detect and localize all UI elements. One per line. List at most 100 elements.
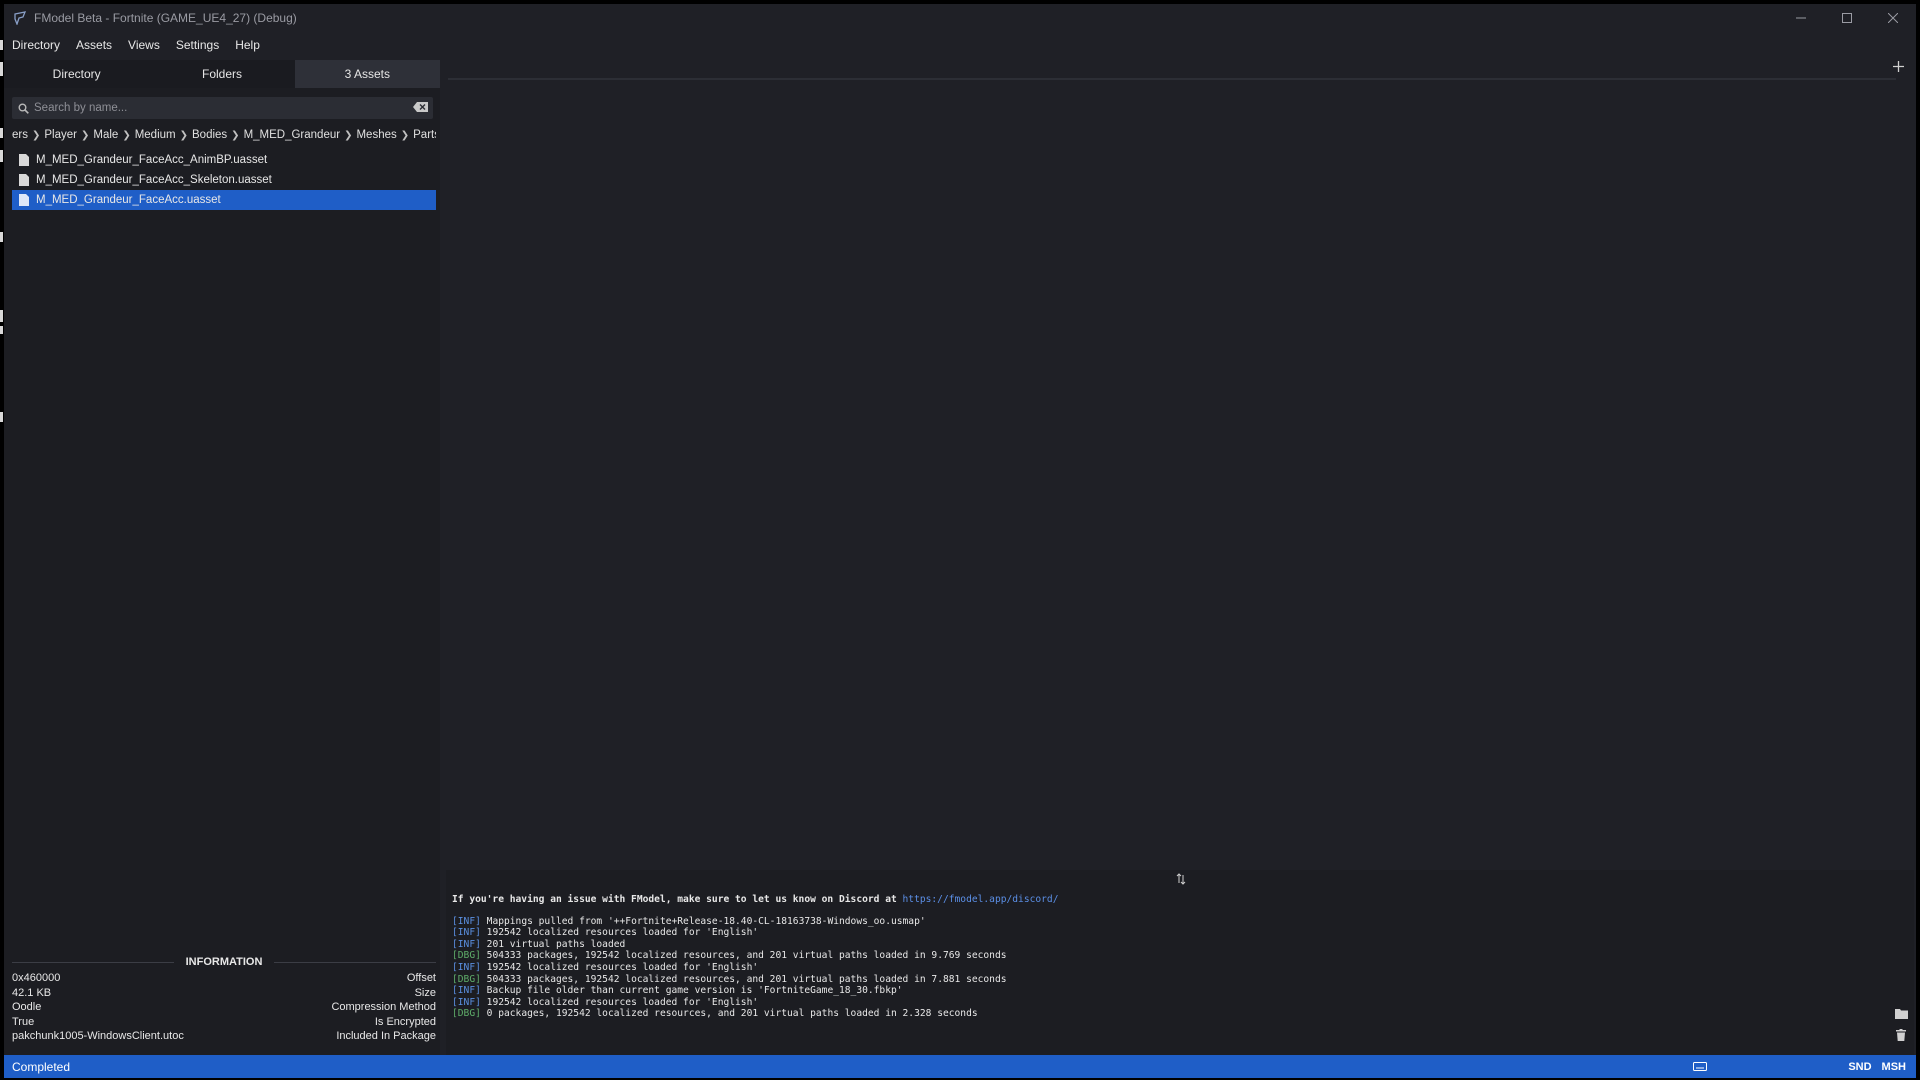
asset-list: M_MED_Grandeur_FaceAcc_AnimBP.uasset M_M… — [12, 150, 436, 210]
information-table: 0x460000 Offset 42.1 KB Size Oodle Compr… — [12, 972, 436, 1045]
keyboard-icon[interactable] — [1692, 1062, 1708, 1072]
close-button[interactable] — [1870, 4, 1916, 32]
log-message: 504333 packages, 192542 localized resour… — [480, 950, 1007, 962]
asset-name: M_MED_Grandeur_FaceAcc_AnimBP.uasset — [36, 154, 268, 166]
log-message: Mappings pulled from '++Fortnite+Release… — [480, 915, 926, 927]
search-box — [12, 97, 433, 119]
plus-icon — [1892, 59, 1904, 77]
tab-assets[interactable]: 3 Assets — [294, 60, 440, 88]
log-level: [DBG] — [452, 950, 481, 962]
info-row: 42.1 KB Size — [12, 987, 436, 1002]
asset-item[interactable]: M_MED_Grandeur_FaceAcc_Skeleton.uasset — [12, 170, 436, 190]
minimize-button[interactable] — [1778, 4, 1824, 32]
breadcrumb-item[interactable]: M_MED_Grandeur — [244, 129, 341, 141]
log-level: [INF] — [452, 938, 481, 950]
clear-search-button[interactable] — [407, 99, 433, 117]
info-row: Oodle Compression Method — [12, 1001, 436, 1016]
breadcrumb-item[interactable]: Player — [44, 129, 77, 141]
info-value: pakchunk1005-WindowsClient.utoc — [12, 1030, 184, 1042]
resize-grip-icon[interactable] — [1174, 872, 1188, 886]
menu-directory[interactable]: Directory — [12, 38, 60, 52]
add-tab-button[interactable] — [1890, 60, 1906, 76]
information-header: INFORMATION — [12, 954, 437, 970]
tab-folders[interactable]: Folders — [149, 60, 294, 88]
info-key: Offset — [406, 972, 436, 984]
log-message: 192542 localized resources loaded for 'E… — [480, 961, 759, 973]
status-indicator-msh[interactable]: MSH — [1882, 1061, 1906, 1073]
left-panel: Directory Folders 3 Assets ers ❯ Player … — [4, 60, 440, 1055]
info-value: 0x460000 — [12, 972, 61, 984]
menu-assets[interactable]: Assets — [76, 38, 112, 52]
left-tabs: Directory Folders 3 Assets — [4, 60, 440, 88]
log-line: [INF] 192542 localized resources loaded … — [452, 997, 1058, 1009]
discord-link[interactable]: https://fmodel.app/discord/ — [903, 894, 1059, 905]
status-indicator-snd[interactable]: SND — [1848, 1061, 1871, 1073]
chevron-right-icon: ❯ — [122, 129, 131, 141]
log-message: 192542 localized resources loaded for 'E… — [480, 996, 759, 1008]
breadcrumb-item[interactable]: Meshes — [356, 129, 396, 141]
log-level: [DBG] — [452, 973, 481, 985]
chevron-right-icon: ❯ — [344, 129, 353, 141]
tab-directory[interactable]: Directory — [4, 60, 149, 88]
search-input[interactable] — [34, 102, 407, 114]
breadcrumb: ers ❯ Player ❯ Male ❯ Medium ❯ Bodies ❯ … — [12, 126, 436, 144]
log-line: [INF] 201 virtual paths loaded — [452, 939, 1058, 951]
chevron-right-icon: ❯ — [80, 129, 90, 141]
fmodel-logo-icon — [12, 10, 28, 26]
log-message: 192542 localized resources loaded for 'E… — [480, 927, 759, 939]
breadcrumb-item[interactable]: Male — [93, 129, 118, 141]
asset-item-selected[interactable]: M_MED_Grandeur_FaceAcc.uasset — [12, 190, 436, 210]
log-line: [DBG] 0 packages, 192542 localized resou… — [452, 1008, 1058, 1020]
info-key: Included In Package — [336, 1030, 436, 1042]
log-level: [INF] — [452, 996, 481, 1008]
log-level: [DBG] — [452, 1008, 481, 1020]
window-title: FModel Beta - Fortnite (GAME_UE4_27) (De… — [34, 11, 297, 25]
breadcrumb-item[interactable]: Bodies — [192, 129, 227, 141]
log-message: 201 virtual paths loaded — [480, 938, 626, 950]
log-line: [DBG] 504333 packages, 192542 localized … — [452, 950, 1058, 962]
log-text: If you're having an issue with FModel, m… — [452, 894, 1058, 1020]
chevron-right-icon: ❯ — [231, 129, 240, 141]
breadcrumb-item[interactable]: ers — [12, 129, 28, 141]
discord-notice: If you're having an issue with FModel, m… — [452, 894, 1059, 905]
open-folder-icon[interactable] — [1894, 1006, 1908, 1020]
status-text: Completed — [12, 1059, 71, 1074]
title-bar: FModel Beta - Fortnite (GAME_UE4_27) (De… — [4, 4, 1916, 32]
log-message: Backup file older than current game vers… — [480, 985, 903, 997]
menu-views[interactable]: Views — [128, 38, 160, 52]
console-actions — [1894, 1006, 1908, 1042]
log-line: [INF] Backup file older than current gam… — [452, 985, 1058, 997]
info-row: 0x460000 Offset — [12, 972, 436, 987]
breadcrumb-item[interactable]: Parts — [413, 129, 436, 141]
breadcrumb-item[interactable]: Medium — [135, 129, 176, 141]
file-icon — [18, 154, 30, 166]
maximize-icon — [1842, 10, 1852, 26]
log-line: [INF] 192542 localized resources loaded … — [452, 962, 1058, 974]
log-line: [DBG] 504333 packages, 192542 localized … — [452, 974, 1058, 986]
log-message: 0 packages, 192542 localized resources, … — [480, 1008, 978, 1020]
menu-help[interactable]: Help — [235, 38, 260, 52]
log-line: [INF] Mappings pulled from '++Fortnite+R… — [452, 916, 1058, 928]
info-row: True Is Encrypted — [12, 1016, 436, 1031]
log-console: If you're having an issue with FModel, m… — [446, 870, 1914, 1055]
tab-strip-divider — [448, 78, 1896, 80]
log-level: [INF] — [452, 927, 481, 939]
log-line: [INF] 192542 localized resources loaded … — [452, 927, 1058, 939]
log-level: [INF] — [452, 985, 481, 997]
info-value: 42.1 KB — [12, 986, 52, 999]
chevron-right-icon: ❯ — [400, 129, 410, 141]
file-icon — [18, 194, 30, 206]
chevron-right-icon: ❯ — [31, 129, 41, 141]
log-message: 504333 packages, 192542 localized resour… — [480, 973, 1007, 985]
menu-settings[interactable]: Settings — [176, 38, 219, 52]
trash-icon[interactable] — [1894, 1028, 1908, 1042]
info-key: Size — [414, 986, 436, 999]
info-row: pakchunk1005-WindowsClient.utoc Included… — [12, 1030, 436, 1045]
asset-item[interactable]: M_MED_Grandeur_FaceAcc_AnimBP.uasset — [12, 150, 436, 170]
info-value: Oodle — [12, 1001, 42, 1013]
asset-name: M_MED_Grandeur_FaceAcc_Skeleton.uasset — [36, 174, 272, 186]
fmodel-window: FModel Beta - Fortnite (GAME_UE4_27) (De… — [4, 4, 1916, 1078]
minimize-icon — [1796, 10, 1806, 26]
divider — [12, 961, 174, 963]
maximize-button[interactable] — [1824, 4, 1870, 32]
